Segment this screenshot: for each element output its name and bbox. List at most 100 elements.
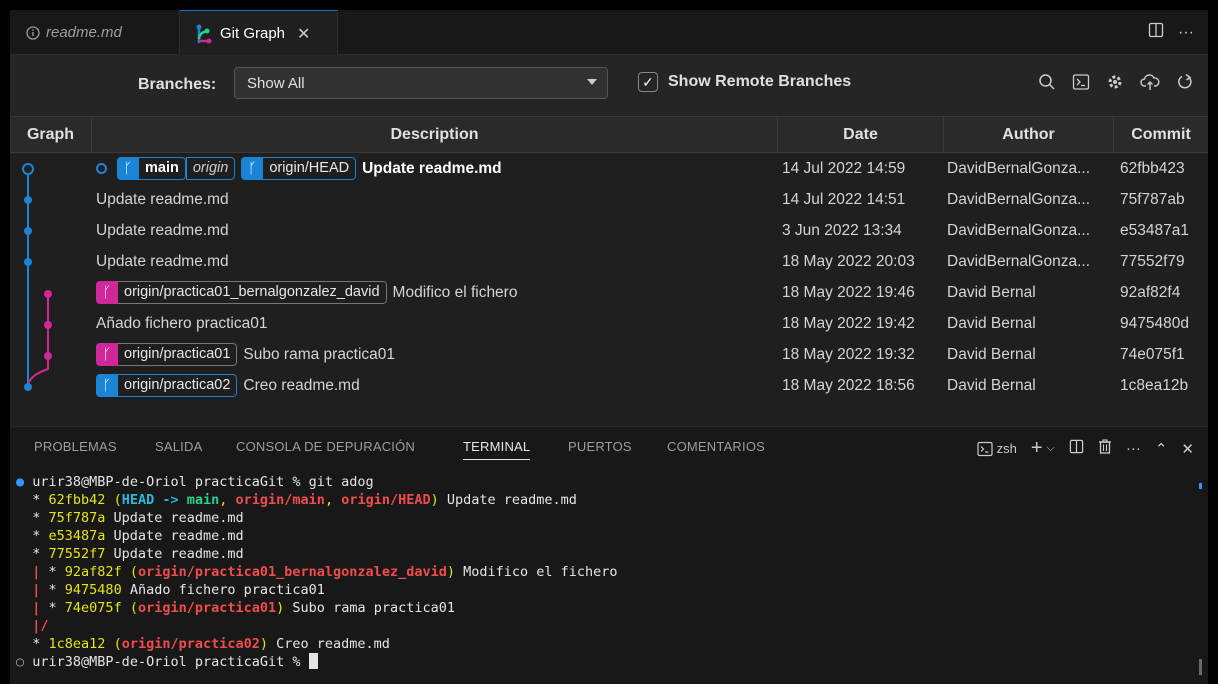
commit-hash: 1c8ea12b (1120, 377, 1189, 394)
branch-ref-origin-head[interactable]: ᚴ origin/HEAD (241, 157, 357, 180)
tab-comentarios[interactable]: COMENTARIOS (667, 439, 765, 454)
commit-date: 3 Jun 2022 13:34 (782, 222, 902, 239)
commit-hash: 9475480d (1120, 315, 1189, 332)
terminal-icon (976, 441, 993, 456)
tab-problemas[interactable]: PROBLEMAS (34, 439, 117, 454)
info-icon (26, 25, 40, 40)
commit-subject: Añado fichero practica01 (96, 314, 268, 332)
commit-subject: Update readme.md (96, 252, 229, 270)
table-row[interactable]: ᚴ origin/practica02 Creo readme.md 18 Ma… (10, 370, 1208, 401)
scrollbar-thumb[interactable] (1199, 659, 1202, 675)
commit-author: David Bernal (947, 315, 1036, 332)
split-editor-icon[interactable] (1148, 22, 1164, 43)
commit-author: DavidBernalGonza... (947, 253, 1091, 270)
commit-hash: 75f787ab (1120, 191, 1185, 208)
commit-author: David Bernal (947, 284, 1036, 301)
table-row[interactable]: ᚴ origin/practica01 Subo rama practica01… (10, 339, 1208, 370)
show-remote-branches-toggle[interactable]: ✓ Show Remote Branches (638, 72, 851, 92)
commit-date: 18 May 2022 19:32 (782, 346, 915, 363)
terminal-shell-selector[interactable]: zsh (976, 441, 1017, 457)
show-remote-label: Show Remote Branches (668, 73, 852, 90)
commit-author: DavidBernalGonza... (947, 191, 1091, 208)
table-row[interactable]: ᚴ origin/practica01_bernalgonzalez_david… (10, 277, 1208, 308)
commit-hash: e53487a1 (1120, 222, 1189, 239)
chevron-down-icon[interactable]: ⌵ (1047, 442, 1055, 455)
commit-subject: Creo readme.md (243, 376, 360, 394)
add-terminal-icon[interactable]: + (1031, 437, 1043, 460)
terminal-icon[interactable] (1072, 73, 1090, 96)
vscode-window: readme.md Git Graph ✕ ··· Branches: Show… (10, 10, 1208, 684)
branches-dropdown-value: Show All (247, 75, 305, 92)
trash-icon[interactable] (1098, 439, 1112, 458)
table-row[interactable]: Update readme.md 3 Jun 2022 13:34 DavidB… (10, 215, 1208, 246)
tab-consola-depuracion[interactable]: CONSOLA DE DEPURACIÓN (236, 439, 415, 454)
column-header-author[interactable]: Author (944, 117, 1114, 153)
commit-hash: 92af82f4 (1120, 284, 1181, 301)
tab-label: Git Graph (220, 25, 286, 42)
table-row[interactable]: Añado fichero practica01 18 May 2022 19:… (10, 308, 1208, 339)
commit-author: David Bernal (947, 377, 1036, 394)
branch-ref-practica02[interactable]: ᚴ origin/practica02 (96, 374, 238, 397)
branch-icon: ᚴ (241, 157, 264, 180)
column-header-graph[interactable]: Graph (10, 117, 92, 153)
commit-table: Graph Description Date Author Commit ᚴ m… (10, 117, 1208, 413)
bottom-panel: PROBLEMAS SALIDA CONSOLA DE DEPURACIÓN T… (10, 426, 1208, 684)
commit-date: 18 May 2022 18:56 (782, 377, 915, 394)
commit-author: DavidBernalGonza... (947, 160, 1091, 177)
commit-date: 18 May 2022 20:03 (782, 253, 915, 270)
commit-hash: 62fbb423 (1120, 160, 1185, 177)
editor-tab-bar: readme.md Git Graph ✕ ··· (10, 10, 1208, 56)
head-indicator-icon (96, 163, 107, 174)
commit-date: 18 May 2022 19:46 (782, 284, 915, 301)
commit-subject: Update readme.md (362, 159, 502, 177)
more-actions-icon[interactable]: ··· (1178, 24, 1194, 42)
close-panel-icon[interactable]: ✕ (1181, 440, 1194, 458)
column-header-description[interactable]: Description (92, 117, 778, 153)
column-header-date[interactable]: Date (778, 117, 944, 153)
refresh-icon[interactable] (1176, 73, 1194, 96)
tab-puertos[interactable]: PUERTOS (568, 439, 632, 454)
branches-label: Branches: (138, 76, 217, 93)
git-graph-controls: Branches: Show All ✓ Show Remote Branche… (10, 55, 1208, 117)
close-icon[interactable]: ✕ (297, 24, 310, 44)
scroll-marker (1199, 483, 1202, 489)
chevron-down-icon (587, 79, 597, 85)
commit-subject: Modifico el fichero (392, 283, 518, 301)
maximize-panel-icon[interactable]: ⌃ (1155, 440, 1168, 458)
commit-date: 18 May 2022 19:42 (782, 315, 915, 332)
tab-label: readme.md (46, 24, 122, 41)
branch-ref-practica01-bernalgonzalez-david[interactable]: ᚴ origin/practica01_bernalgonzalez_david (96, 281, 387, 304)
command-success-icon: ● (16, 474, 25, 490)
checkbox-checked-icon[interactable]: ✓ (638, 72, 658, 92)
fetch-cloud-icon[interactable] (1140, 73, 1160, 96)
table-row[interactable]: ᚴ main origin ᚴ origin/HEAD Update readm… (10, 153, 1208, 184)
commit-author: DavidBernalGonza... (947, 222, 1091, 239)
panel-tabs: PROBLEMAS SALIDA CONSOLA DE DEPURACIÓN T… (10, 427, 1208, 467)
commit-subject: Update readme.md (96, 190, 229, 208)
table-row[interactable]: Update readme.md 14 Jul 2022 14:51 David… (10, 184, 1208, 215)
branch-icon: ᚴ (96, 374, 118, 397)
search-icon[interactable] (1038, 73, 1056, 96)
tab-salida[interactable]: SALIDA (155, 439, 202, 454)
gear-icon[interactable] (1106, 73, 1124, 96)
shell-name: zsh (996, 441, 1017, 456)
column-header-commit[interactable]: Commit (1114, 117, 1208, 153)
branch-ref-practica01[interactable]: ᚴ origin/practica01 (96, 343, 238, 366)
tab-terminal[interactable]: TERMINAL (463, 439, 531, 460)
tab-readme[interactable]: readme.md (10, 10, 180, 55)
split-terminal-icon[interactable] (1069, 439, 1084, 458)
more-actions-icon[interactable]: ··· (1126, 440, 1141, 457)
tab-git-graph[interactable]: Git Graph ✕ (180, 10, 338, 56)
branch-ref-main[interactable]: ᚴ main origin (117, 157, 236, 180)
branches-dropdown[interactable]: Show All (234, 67, 608, 99)
commit-date: 14 Jul 2022 14:59 (782, 160, 906, 177)
commit-subject: Update readme.md (96, 221, 229, 239)
branch-icon: ᚴ (96, 281, 118, 304)
terminal-output[interactable]: ● urir38@MBP-de-Oriol practicaGit % git … (16, 473, 1196, 671)
branch-icon: ᚴ (96, 343, 118, 366)
table-row[interactable]: Update readme.md 18 May 2022 20:03 David… (10, 246, 1208, 277)
prompt-idle-icon: ○ (16, 654, 25, 670)
branch-icon: ᚴ (117, 157, 139, 180)
commit-subject: Subo rama practica01 (243, 345, 396, 363)
commit-hash: 74e075f1 (1120, 346, 1185, 363)
